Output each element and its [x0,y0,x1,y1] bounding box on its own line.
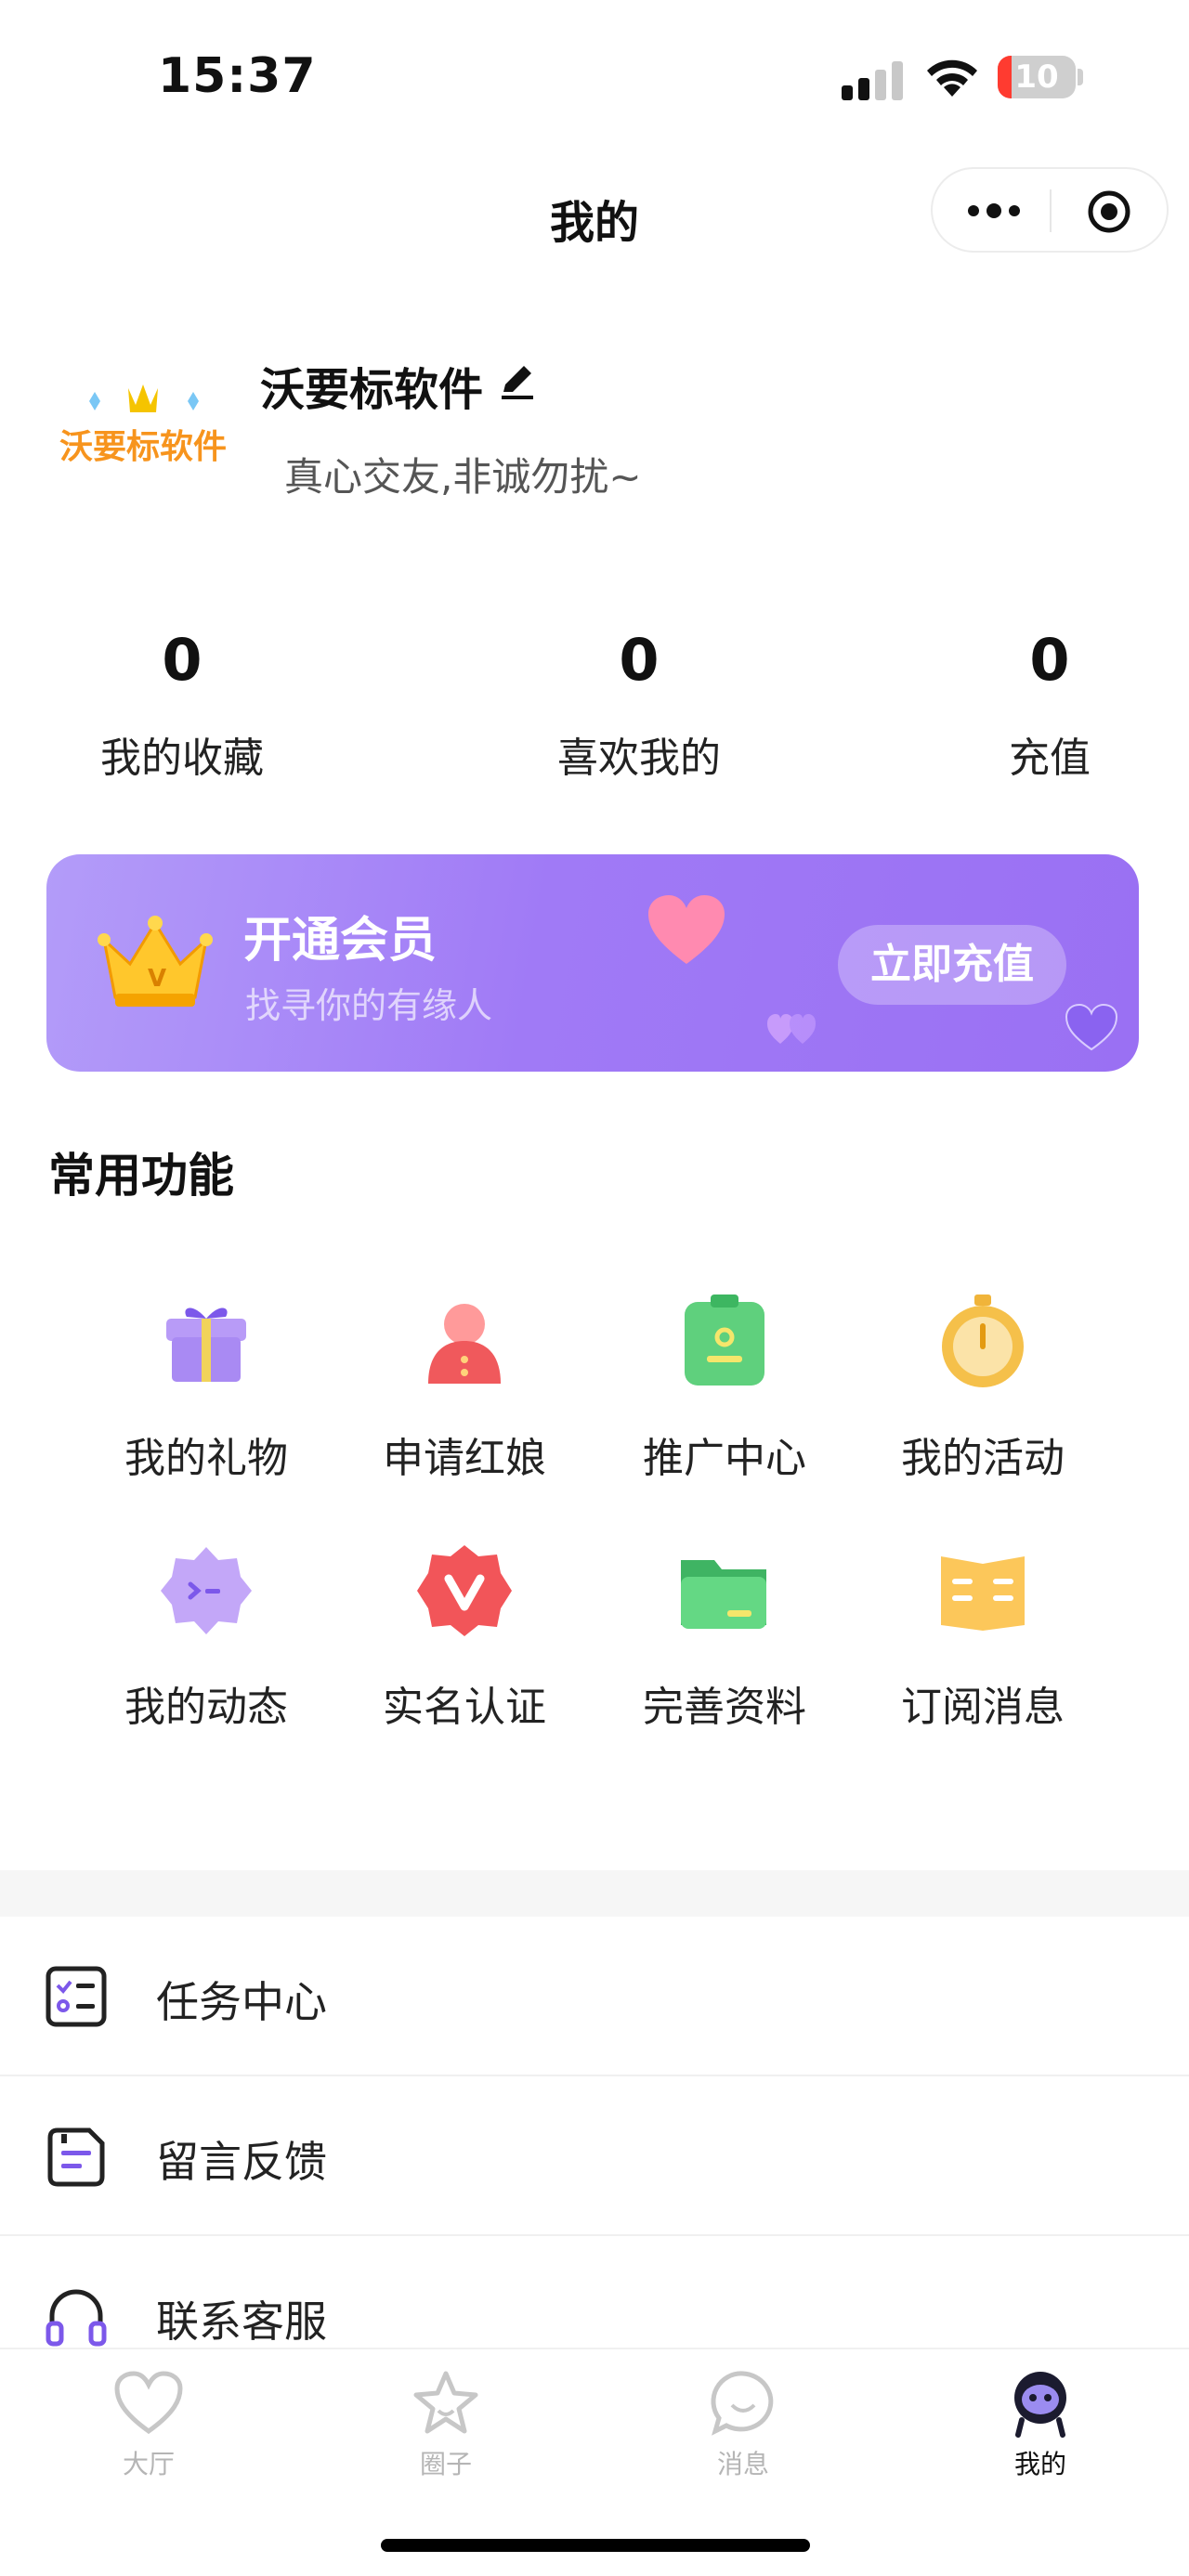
mini-program-capsule [931,167,1169,253]
tab-messages[interactable]: 消息 [650,2368,836,2481]
status-time: 15:37 [158,48,317,104]
section-divider [0,1870,1189,1917]
avatar[interactable]: 沃要标软件 [58,379,230,472]
func-my-gifts[interactable]: 我的礼物 [76,1291,336,1484]
headset-icon [46,2289,107,2347]
func-my-activities[interactable]: 我的活动 [853,1291,1113,1484]
func-label: 实名认证 [383,1684,546,1731]
tab-lobby[interactable]: 大厅 [56,2368,242,2481]
feedback-icon [47,2127,105,2187]
func-label: 订阅消息 [901,1684,1065,1731]
promotion-icon [685,1295,764,1386]
matchmaker-icon [428,1304,501,1384]
stat-value: 0 [162,626,203,694]
func-label: 推广中心 [643,1435,806,1482]
stat-recharge[interactable]: 0 充值 [910,628,1189,784]
stat-favorites[interactable]: 0 我的收藏 [43,628,321,784]
stat-label: 我的收藏 [100,735,264,782]
vip-banner[interactable]: V 开通会员 找寻你的有缘人 立即充值 [46,854,1139,1072]
list-item-task-center[interactable]: 任务中心 [0,1917,1189,2076]
func-apply-matchmaker[interactable]: 申请红娘 [334,1291,594,1484]
tab-label: 大厅 [122,2449,175,2479]
bottom-tab-bar: 大厅 圈子 消息 我的 [0,2348,1189,2576]
heart-icon [1065,1003,1118,1051]
func-subscribe-messages[interactable]: 订阅消息 [853,1540,1113,1733]
cellular-signal-icon [842,61,903,100]
battery-indicator: 10 [998,56,1083,100]
folder-icon [681,1560,766,1629]
func-label: 我的活动 [901,1435,1065,1482]
battery-level-text: 10 [1014,59,1059,96]
verify-icon [417,1545,512,1636]
edit-pencil-icon[interactable] [496,360,539,403]
svg-text:V: V [148,965,166,993]
list-item-label: 联系客服 [156,2296,327,2347]
tab-mine[interactable]: 我的 [947,2368,1133,2481]
stat-label: 喜欢我的 [557,735,721,782]
tab-circle[interactable]: 圈子 [353,2368,539,2481]
subscribe-icon [941,1556,1025,1631]
list-item-label: 留言反馈 [156,2137,327,2187]
avatar-logo-text: 沃要标软件 [59,428,228,466]
func-real-name-verify[interactable]: 实名认证 [334,1540,594,1733]
tab-label: 我的 [1013,2449,1066,2479]
func-promotion-center[interactable]: 推广中心 [594,1291,855,1484]
vip-subtitle: 找寻你的有缘人 [245,985,493,1026]
close-target-icon[interactable] [1087,189,1131,234]
stat-value: 0 [619,626,660,694]
task-list-icon [46,1966,107,2027]
func-complete-profile[interactable]: 完善资料 [594,1540,855,1733]
vip-title: 开通会员 [243,913,438,969]
func-label: 我的礼物 [124,1435,288,1482]
home-indicator [381,2539,810,2552]
profile-icon [1014,2372,1066,2438]
wifi-icon [927,59,977,97]
tab-label: 圈子 [419,2449,472,2479]
moments-icon [161,1547,252,1634]
star-icon [413,2371,478,2434]
list-item-feedback[interactable]: 留言反馈 [0,2076,1189,2236]
func-my-moments[interactable]: 我的动态 [76,1540,336,1733]
recharge-now-button[interactable]: 立即充值 [838,925,1066,1005]
chat-icon [711,2371,774,2436]
heart-icon [648,895,725,964]
gift-icon [166,1308,246,1382]
heart-icon [114,2371,183,2435]
crown-icon: V [98,916,213,1007]
func-label: 我的动态 [124,1684,288,1731]
stat-value: 0 [1029,626,1070,694]
section-title-common: 常用功能 [48,1149,234,1203]
user-bio: 真心交友,非诚勿扰~ [284,454,642,500]
small-hearts-icon [767,1014,816,1044]
func-label: 申请红娘 [383,1435,546,1482]
more-options-icon[interactable] [966,201,1022,221]
stat-label: 充值 [1009,735,1091,782]
tab-label: 消息 [716,2449,769,2479]
username: 沃要标软件 [260,364,484,416]
list-item-label: 任务中心 [156,1977,327,2027]
func-label: 完善资料 [643,1684,806,1731]
stat-liked-me[interactable]: 0 喜欢我的 [500,628,778,784]
activity-icon [942,1295,1024,1387]
